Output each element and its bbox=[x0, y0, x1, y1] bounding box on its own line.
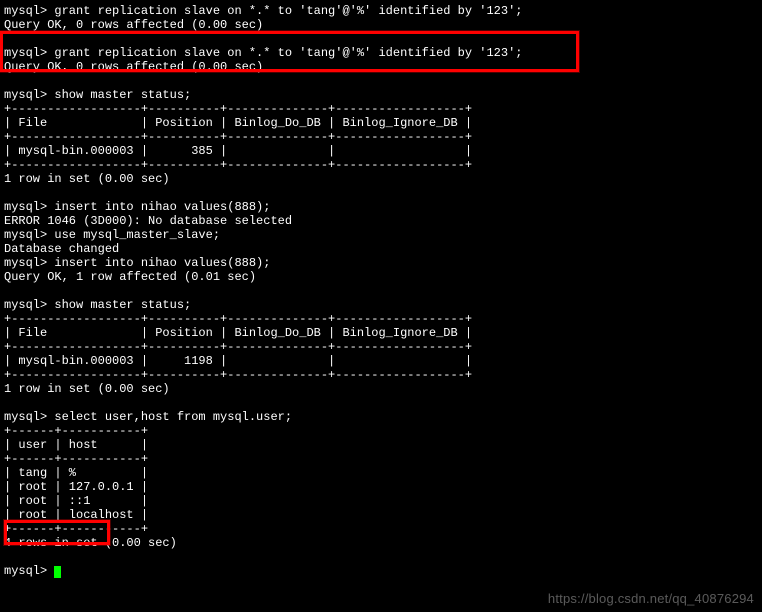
output-line: +------------------+----------+---------… bbox=[4, 158, 472, 172]
output-line: Database changed bbox=[4, 242, 119, 256]
output-line: | File | Position | Binlog_Do_DB | Binlo… bbox=[4, 116, 472, 130]
output-line: | File | Position | Binlog_Do_DB | Binlo… bbox=[4, 326, 472, 340]
output-line: +------------------+----------+---------… bbox=[4, 130, 472, 144]
terminal-output[interactable]: mysql> grant replication slave on *.* to… bbox=[0, 0, 762, 578]
output-line: mysql> show master status; bbox=[4, 88, 191, 102]
output-line: | mysql-bin.000003 | 1198 | | | bbox=[4, 354, 472, 368]
cursor-icon bbox=[54, 566, 61, 578]
watermark-text: https://blog.csdn.net/qq_40876294 bbox=[548, 592, 754, 606]
output-line: ERROR 1046 (3D000): No database selected bbox=[4, 214, 292, 228]
output-line: | root | 127.0.0.1 | bbox=[4, 480, 148, 494]
prompt-text: mysql> bbox=[4, 564, 54, 578]
output-line: | tang | % | bbox=[4, 466, 148, 480]
output-line: | root | localhost | bbox=[4, 508, 148, 522]
output-line: +------------------+----------+---------… bbox=[4, 102, 472, 116]
output-line: 1 row in set (0.00 sec) bbox=[4, 172, 170, 186]
output-line: 4 rows in set (0.00 sec) bbox=[4, 536, 177, 550]
output-line: | mysql-bin.000003 | 385 | | | bbox=[4, 144, 472, 158]
output-line: mysql> use mysql_master_slave; bbox=[4, 228, 220, 242]
output-line: | root | ::1 | bbox=[4, 494, 148, 508]
output-line: +------+-----------+ bbox=[4, 424, 148, 438]
output-line: mysql> grant replication slave on *.* to… bbox=[4, 4, 522, 18]
output-line: Query OK, 0 rows affected (0.00 sec) bbox=[4, 18, 263, 32]
output-line: Query OK, 0 rows affected (0.00 sec) bbox=[4, 60, 263, 74]
output-line: mysql> show master status; bbox=[4, 298, 191, 312]
prompt-line[interactable]: mysql> bbox=[4, 564, 61, 578]
output-line: +------+-----------+ bbox=[4, 522, 148, 536]
output-line: +------------------+----------+---------… bbox=[4, 368, 472, 382]
output-line: +------------------+----------+---------… bbox=[4, 312, 472, 326]
output-line: mysql> grant replication slave on *.* to… bbox=[4, 46, 522, 60]
output-line: +------+-----------+ bbox=[4, 452, 148, 466]
output-line: Query OK, 1 row affected (0.01 sec) bbox=[4, 270, 256, 284]
output-line: mysql> select user,host from mysql.user; bbox=[4, 410, 292, 424]
output-line: mysql> insert into nihao values(888); bbox=[4, 200, 270, 214]
output-line: +------------------+----------+---------… bbox=[4, 340, 472, 354]
output-line: | user | host | bbox=[4, 438, 148, 452]
output-line: mysql> insert into nihao values(888); bbox=[4, 256, 270, 270]
output-line: 1 row in set (0.00 sec) bbox=[4, 382, 170, 396]
